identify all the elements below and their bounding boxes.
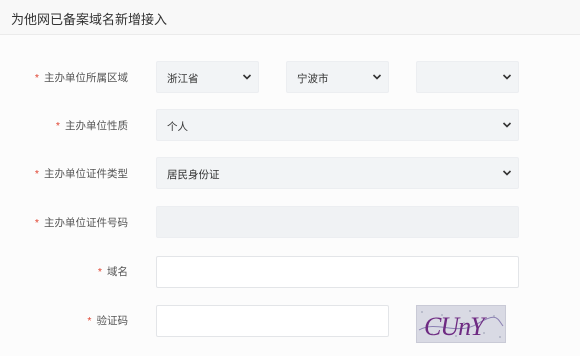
nature-value: 个人 xyxy=(167,121,188,133)
province-select[interactable]: 浙江省 xyxy=(156,61,259,93)
chevron-down-icon xyxy=(242,74,252,80)
city-select[interactable]: 宁波市 xyxy=(286,61,389,93)
city-value: 宁波市 xyxy=(297,73,329,85)
cert-type-label: * 主办单位证件类型 xyxy=(34,168,128,180)
domain-input[interactable] xyxy=(156,256,519,288)
chevron-down-icon xyxy=(502,74,512,80)
domain-label: * 域名 xyxy=(97,266,128,278)
cert-type-value: 居民身份证 xyxy=(167,169,220,181)
captcha-label: * 验证码 xyxy=(87,315,128,327)
captcha-input[interactable] xyxy=(156,305,389,337)
cert-no-input[interactable] xyxy=(156,206,519,238)
cert-no-label: * 主办单位证件号码 xyxy=(34,217,128,229)
captcha-image[interactable]: CUnY xyxy=(416,305,506,343)
district-select[interactable] xyxy=(416,61,519,93)
province-value: 浙江省 xyxy=(167,73,199,85)
chevron-down-icon xyxy=(502,170,512,176)
nature-select[interactable]: 个人 xyxy=(156,109,519,141)
page-title: 为他网已备案域名新增接入 xyxy=(11,12,168,27)
page-header: 为他网已备案域名新增接入 xyxy=(0,0,580,35)
nature-label: * 主办单位性质 xyxy=(55,120,128,132)
required-mark: * xyxy=(34,72,39,84)
captcha-text: CUnY xyxy=(424,312,487,341)
cert-type-select[interactable]: 居民身份证 xyxy=(156,157,519,189)
chevron-down-icon xyxy=(372,74,382,80)
captcha-noise: CUnY xyxy=(417,306,505,342)
chevron-down-icon xyxy=(502,122,512,128)
region-label: * 主办单位所属区域 xyxy=(34,72,128,84)
